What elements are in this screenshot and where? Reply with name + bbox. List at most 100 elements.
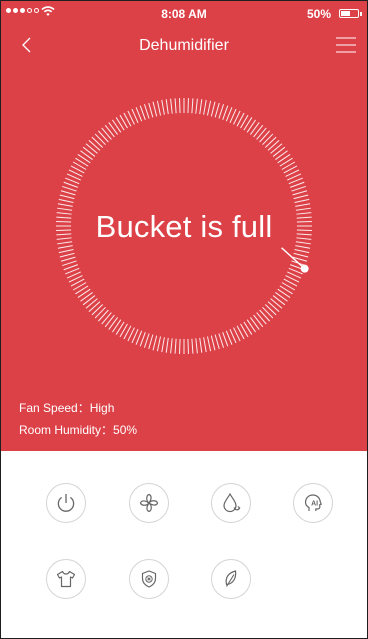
dial-tick: [152, 101, 158, 117]
dial-tick: [203, 337, 207, 353]
dial-tick: [246, 319, 256, 333]
dial-tick: [277, 154, 291, 164]
dial-tick: [291, 185, 306, 192]
dial-tick: [264, 304, 277, 316]
fan-speed-button[interactable]: [129, 483, 169, 523]
ai-head-icon: AI: [304, 494, 322, 511]
dial-tick: [264, 136, 277, 148]
dial-tick: [143, 333, 150, 348]
dial-tick: [275, 150, 288, 160]
leaf-icon: [225, 570, 237, 587]
anti-mildew-button[interactable]: [129, 559, 169, 599]
dial-tick: [174, 338, 177, 354]
room-humidity-label: Room Humidity：50%: [19, 423, 138, 437]
dial-tick: [82, 146, 96, 157]
dial-tick: [62, 260, 77, 267]
dial-tick: [293, 252, 309, 258]
dial-tick: [97, 130, 109, 143]
dial-tick: [80, 150, 93, 160]
dial-tick: [246, 119, 256, 133]
dry-clothes-button[interactable]: [46, 559, 86, 599]
dial-tick: [214, 334, 220, 350]
dial-tick: [63, 264, 78, 271]
eco-mode-button[interactable]: [211, 559, 251, 599]
dial-tick: [187, 338, 189, 354]
shirt-icon: [56, 570, 76, 588]
dial-tick: [59, 194, 75, 200]
dial-tick: [139, 332, 146, 347]
ai-mode-button[interactable]: AI: [293, 483, 333, 523]
dial-tick: [62, 185, 77, 192]
dial-tick: [152, 335, 158, 351]
dial-tick: [161, 99, 165, 115]
dial-tick: [108, 122, 118, 135]
dial-tick: [253, 314, 264, 328]
dial-tick: [94, 133, 106, 146]
dial-tick: [60, 256, 76, 262]
dial-tick: [272, 295, 286, 306]
dial-tick: [104, 314, 115, 328]
dial-tick: [187, 98, 189, 114]
dial-tick: [85, 298, 98, 309]
dial-tick: [63, 181, 78, 188]
dial-tick: [174, 98, 177, 114]
dial-tick: [290, 181, 305, 188]
dial-tick: [170, 98, 173, 114]
dial-tick: [191, 338, 194, 354]
dial-tick: [294, 198, 310, 203]
dial-tick: [222, 332, 229, 347]
dial-tick: [218, 104, 225, 119]
dial-tick: [267, 301, 280, 313]
dehumidifier-status-panel: 8:08 AM 50% Dehumidifier Bucket is full: [1, 1, 367, 451]
dial-tick: [85, 143, 98, 154]
dial-tick: [88, 301, 101, 313]
dial-tick: [179, 98, 181, 114]
dial-tick: [203, 99, 207, 115]
dial-status-message: Bucket is full: [95, 209, 273, 244]
dial-tick: [112, 319, 122, 333]
dial-tick: [195, 98, 198, 114]
dial-tick: [97, 309, 109, 322]
dial-tick: [272, 146, 286, 157]
dial-tick: [82, 295, 96, 306]
dial-tick: [218, 333, 225, 348]
dial-tick: [207, 100, 212, 116]
dial-tick: [77, 288, 91, 298]
dial-tick: [101, 312, 112, 325]
dial-handle[interactable]: [300, 264, 309, 273]
dial-tick: [292, 190, 308, 196]
dial-tick: [275, 292, 288, 302]
dial-tick: [156, 336, 161, 352]
dial-tick: [156, 100, 161, 116]
dial-tick: [179, 338, 181, 354]
dial-tick: [143, 104, 150, 119]
fan-speed-label: Fan Speed：High: [19, 401, 115, 415]
dial-tick: [57, 245, 73, 249]
dial-tick: [104, 124, 115, 138]
fan-icon: [139, 493, 159, 513]
dial-tick: [256, 127, 267, 140]
dial-tick: [139, 105, 146, 120]
dial-tick: [94, 306, 106, 319]
mode-controls: AI: [1, 451, 367, 638]
dial-tick: [270, 143, 283, 154]
dial-tick: [262, 306, 274, 319]
dial-tick: [294, 249, 310, 254]
dial-tick: [91, 304, 104, 316]
dial-tick: [250, 122, 260, 135]
dial-tick: [58, 198, 74, 203]
dial-tick: [148, 334, 154, 350]
dehumidify-mode-button[interactable]: [211, 483, 251, 523]
power-button[interactable]: [46, 483, 86, 523]
dial-tick: [210, 101, 216, 117]
dial-tick: [59, 252, 75, 258]
water-drop-icon: [223, 492, 241, 513]
dial-tick: [199, 99, 203, 115]
dial-tick: [295, 245, 311, 249]
dial-tick: [101, 127, 112, 140]
dial-tick: [253, 124, 264, 138]
app-screen: 8:08 AM 50% Dehumidifier Bucket is full: [0, 0, 368, 639]
dial-tick: [259, 309, 271, 322]
dial-tick: [112, 119, 122, 133]
dial-tick: [293, 194, 309, 200]
